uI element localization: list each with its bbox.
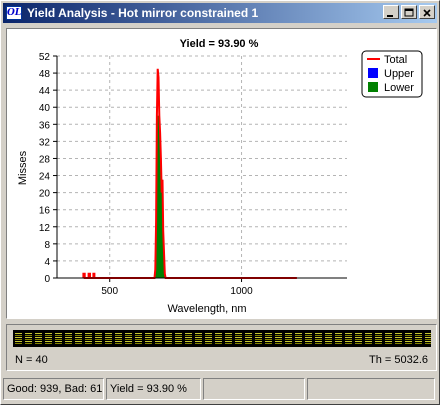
strip-segment (95, 333, 102, 344)
status-cell-empty-1 (203, 378, 305, 400)
app-icon[interactable]: OL (6, 6, 22, 20)
title-bar[interactable]: OL Yield Analysis - Hot mirror constrain… (3, 3, 437, 23)
y-tick-label: 32 (39, 137, 51, 148)
strip-segment (315, 333, 322, 344)
yield-histogram-chart: 0481216202428323640444852 500 1000 Yield … (17, 38, 423, 315)
strip-segment (155, 333, 162, 344)
legend-label-lower: Lower (384, 82, 414, 94)
strip-segment (185, 333, 192, 344)
x-tick-label: 500 (101, 286, 118, 297)
strip-segment (385, 333, 392, 344)
legend-swatch-lower (368, 82, 378, 92)
y-tick-label: 4 (44, 257, 50, 268)
window-controls (381, 5, 435, 19)
y-axis-label: Misses (17, 150, 29, 185)
threshold-label: Th = 5032.6 (368, 354, 428, 366)
total-series-line (82, 68, 297, 279)
strip-segment (255, 333, 262, 344)
chart-grid (57, 55, 347, 278)
y-tick-label: 24 (39, 172, 51, 183)
strip-segment (425, 333, 432, 344)
y-tick-label: 0 (44, 274, 50, 285)
y-tick-label: 8 (44, 240, 50, 251)
yield-analysis-window: OL Yield Analysis - Hot mirror constrain… (0, 0, 440, 405)
strip-segment (225, 333, 232, 344)
strip-segment (375, 333, 382, 344)
strip-segment (45, 333, 52, 344)
threshold-panel: N = 40 Th = 5032.6 (6, 324, 437, 371)
yield-strip[interactable] (13, 330, 432, 347)
strip-segment (205, 333, 212, 344)
strip-segment (335, 333, 342, 344)
strip-segment (285, 333, 292, 344)
legend-swatch-upper (368, 68, 378, 78)
y-axis-ticks: 0481216202428323640444852 (39, 52, 57, 285)
strip-segment (85, 333, 92, 344)
strip-segment (235, 333, 242, 344)
chart-title: Yield = 93.90 % (180, 38, 259, 50)
strip-segment (195, 333, 202, 344)
strip-segment (105, 333, 112, 344)
strip-segment (165, 333, 172, 344)
strip-segment (295, 333, 302, 344)
strip-segment (275, 333, 282, 344)
strip-segment (25, 333, 32, 344)
strip-segment (65, 333, 72, 344)
yield-strip-graphic (15, 333, 432, 344)
y-tick-label: 12 (39, 223, 51, 234)
strip-segment (115, 333, 122, 344)
close-button[interactable] (419, 5, 435, 19)
x-tick-label: 1000 (230, 286, 253, 297)
strip-segment (145, 333, 152, 344)
y-tick-label: 16 (39, 206, 51, 217)
window-title: Yield Analysis - Hot mirror constrained … (27, 6, 259, 20)
y-tick-label: 48 (39, 69, 51, 80)
strip-segment (265, 333, 272, 344)
status-bar: Good: 939, Bad: 61 Yield = 93.90 % (3, 378, 437, 400)
strip-segment (395, 333, 402, 344)
strip-segment (365, 333, 372, 344)
y-tick-label: 44 (39, 86, 51, 97)
minimize-icon (387, 15, 393, 17)
strip-segment (405, 333, 412, 344)
y-tick-label: 36 (39, 120, 51, 131)
chart-panel[interactable]: 0 4 8 12 16 20 24 28 32 36 40 44 48 52 500 1000 Yield … (6, 28, 437, 319)
status-yield: Yield = 93.90 % (106, 378, 201, 400)
chart-legend: Total Upper Lower (361, 50, 423, 98)
status-good-bad: Good: 939, Bad: 61 (3, 378, 104, 400)
strip-segment (135, 333, 142, 344)
y-tick-label: 28 (39, 154, 51, 165)
x-axis-ticks: 500 1000 (101, 278, 253, 297)
strip-segment (125, 333, 132, 344)
y-tick-label: 20 (39, 189, 51, 200)
maximize-icon (404, 8, 414, 17)
status-cell-empty-2 (307, 378, 435, 400)
strip-segment (355, 333, 362, 344)
legend-label-total: Total (384, 54, 407, 66)
strip-segment (245, 333, 252, 344)
strip-segment (345, 333, 352, 344)
y-tick-label: 40 (39, 103, 51, 114)
n-count-label: N = 40 (15, 354, 48, 366)
strip-segment (305, 333, 312, 344)
minimize-button[interactable] (383, 5, 399, 19)
legend-label-upper: Upper (384, 68, 414, 80)
strip-segment (35, 333, 42, 344)
strip-segment (325, 333, 332, 344)
strip-segment (75, 333, 82, 344)
strip-segment (175, 333, 182, 344)
x-axis-label: Wavelength, nm (167, 303, 246, 315)
close-icon (423, 9, 431, 17)
maximize-button[interactable] (401, 5, 417, 19)
strip-segment (15, 333, 22, 344)
strip-segment (215, 333, 222, 344)
strip-segment (415, 333, 422, 344)
strip-segment (55, 333, 62, 344)
y-tick-label: 52 (39, 52, 51, 63)
